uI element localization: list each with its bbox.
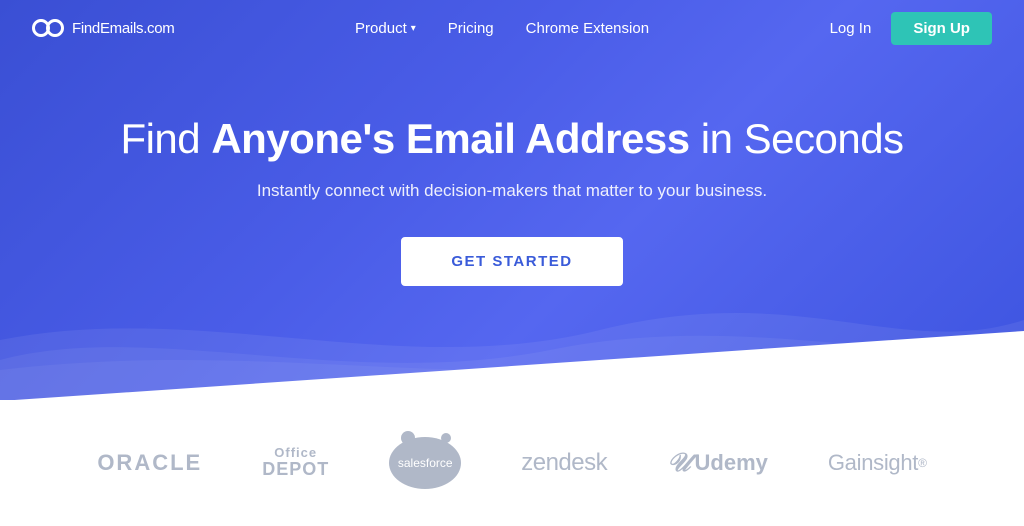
brand-name: FindEmails: [72, 20, 143, 37]
hero-title-end: in Seconds: [690, 115, 904, 162]
logo-circle-right: [46, 19, 64, 37]
logo[interactable]: FindEmails.com: [32, 18, 175, 38]
gainsight-logo: Gainsight®: [828, 450, 927, 476]
signup-button[interactable]: Sign Up: [891, 12, 992, 45]
brand-tld: .com: [143, 20, 174, 37]
salesforce-logo: salesforce: [389, 437, 461, 489]
hero-subtitle: Instantly connect with decision-makers t…: [120, 181, 903, 201]
hero-title: Find Anyone's Email Address in Seconds: [120, 114, 903, 164]
cta-button[interactable]: GET STARTED: [401, 237, 622, 286]
logo-icon: [32, 19, 64, 37]
nav-chrome-label: Chrome Extension: [526, 20, 649, 37]
udemy-logo: 𝒰 Udemy: [667, 448, 768, 479]
nav-pricing[interactable]: Pricing: [448, 20, 494, 37]
hero-title-start: Find: [120, 115, 211, 162]
zendesk-logo: zendesk: [521, 449, 607, 477]
logo-text: FindEmails.com: [72, 18, 175, 38]
nav-product[interactable]: Product ▾: [355, 20, 416, 37]
hero-section: FindEmails.com Product ▾ Pricing Chrome …: [0, 0, 1024, 400]
oracle-logo: ORACLE: [97, 450, 202, 476]
chevron-down-icon: ▾: [411, 23, 416, 34]
hero-content: Find Anyone's Email Address in Seconds I…: [120, 114, 903, 285]
hero-title-bold: Anyone's Email Address: [211, 115, 689, 162]
nav-actions: Log In Sign Up: [830, 12, 992, 45]
nav-links: Product ▾ Pricing Chrome Extension: [355, 20, 649, 37]
logos-section: ORACLE Office DEPOT salesforce zendesk 𝒰…: [0, 400, 1024, 526]
office-depot-logo: Office DEPOT: [262, 446, 329, 480]
nav-chrome-extension[interactable]: Chrome Extension: [526, 20, 649, 37]
nav-product-label: Product: [355, 20, 407, 37]
nav-pricing-label: Pricing: [448, 20, 494, 37]
login-button[interactable]: Log In: [830, 20, 872, 37]
navbar: FindEmails.com Product ▾ Pricing Chrome …: [0, 0, 1024, 56]
